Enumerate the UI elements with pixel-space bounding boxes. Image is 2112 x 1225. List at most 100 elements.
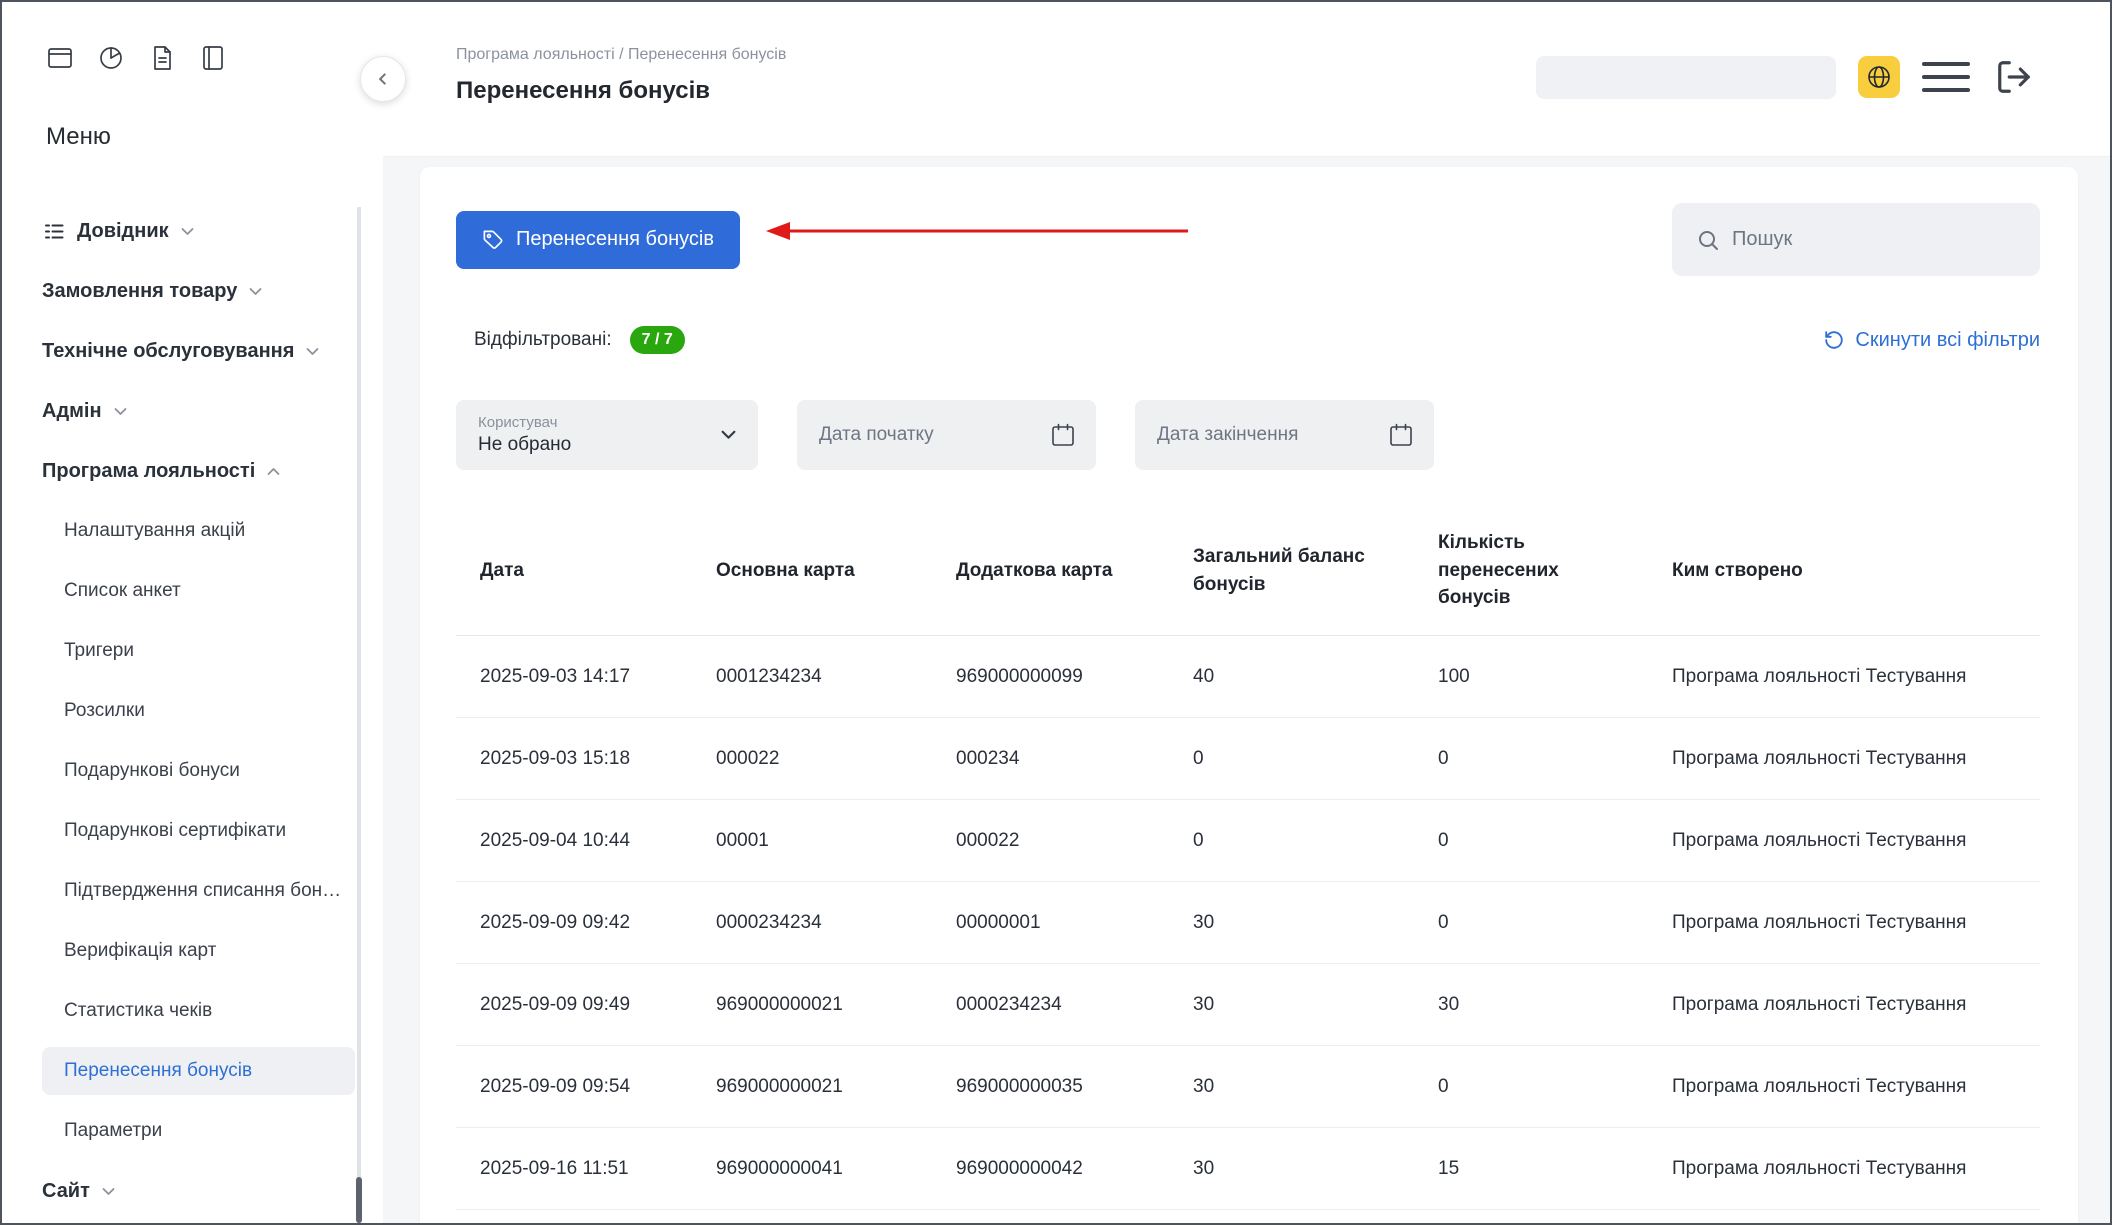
table-cell: 969000000099	[956, 666, 1193, 688]
reset-filters-link[interactable]: Скинути всі фільтри	[1823, 329, 2040, 352]
sidebar-item-6[interactable]: Список анкет	[2, 561, 383, 621]
table-row[interactable]: 2025-09-03 14:17000123423496900000009940…	[456, 636, 2040, 718]
table-cell: 2025-09-09 09:42	[480, 912, 716, 934]
sidebar-item-label: Сайт	[42, 1180, 90, 1203]
filtered-counter: Відфільтровані: 7 / 7	[456, 326, 685, 354]
user-filter-label: Користувач	[478, 414, 571, 431]
table-cell: Програма лояльності Тестування	[1672, 994, 2040, 1016]
content-card: Перенесення бонусів Відфільтровані: 7 / …	[420, 167, 2078, 1225]
table-row[interactable]: 2025-09-09 09:42000023423400000001300Про…	[456, 882, 2040, 964]
table-cell: 30	[1193, 1076, 1438, 1098]
reset-filters-label: Скинути всі фільтри	[1855, 329, 2040, 352]
sidebar-item-14[interactable]: Перенесення бонусів	[42, 1047, 355, 1095]
table-cell: 000234	[956, 748, 1193, 770]
sidebar-item-9[interactable]: Подарункові бонуси	[2, 741, 383, 801]
sidebar-scrollbar-thumb[interactable]	[356, 1177, 362, 1223]
table-cell: 2025-09-03 14:17	[480, 666, 716, 688]
sidebar-item-3[interactable]: Адмін	[2, 381, 383, 441]
user-filter-value: Не обрано	[478, 434, 571, 456]
table-row[interactable]: 2025-09-03 15:1800002200023400Програма л…	[456, 718, 2040, 800]
sidebar-scrollbar-track[interactable]	[357, 207, 361, 1223]
table-cell: 000022	[716, 748, 956, 770]
chevron-down-icon	[102, 1187, 115, 1196]
app-window: Меню Довідник Замовлення товару Технічне о…	[0, 0, 2112, 1225]
logout-icon	[1995, 58, 2033, 96]
date-end-placeholder: Дата закінчення	[1157, 424, 1298, 446]
transfer-bonuses-button[interactable]: Перенесення бонусів	[456, 211, 740, 269]
sidebar-item-label: Налаштування акцій	[64, 520, 245, 542]
table-body: 2025-09-03 14:17000123423496900000009940…	[456, 636, 2040, 1210]
sidebar-item-label: Технічне обслуговування	[42, 340, 294, 363]
document-icon[interactable]	[148, 44, 176, 72]
sidebar-item-8[interactable]: Розсилки	[2, 681, 383, 741]
list-icon	[42, 219, 67, 244]
sidebar-item-label: Статистика чеків	[64, 1000, 212, 1022]
table-cell: 15	[1438, 1158, 1672, 1180]
sidebar-item-label: Розсилки	[64, 700, 145, 722]
language-button[interactable]	[1858, 56, 1900, 98]
table-row[interactable]: 2025-09-16 11:51969000000041969000000042…	[456, 1128, 2040, 1210]
table-cell: 969000000041	[716, 1158, 956, 1180]
sidebar-item-16[interactable]: Сайт	[2, 1161, 383, 1221]
table-cell: 30	[1438, 994, 1672, 1016]
date-start-placeholder: Дата початку	[819, 424, 934, 446]
transfers-table: ДатаОсновна картаДодаткова картаЗагальни…	[456, 506, 2040, 1210]
logout-button[interactable]	[1992, 55, 2036, 99]
table-cell: Програма лояльності Тестування	[1672, 748, 2040, 770]
table-cell: 00000001	[956, 912, 1193, 934]
table-cell: 2025-09-04 10:44	[480, 830, 716, 852]
column-header: Ким створено	[1672, 557, 2040, 585]
sidebar-item-11[interactable]: Підтвердження списання бону...	[2, 861, 383, 921]
sidebar-item-0[interactable]: Довідник	[2, 201, 383, 261]
filtered-label: Відфільтровані:	[474, 329, 612, 351]
table-cell: 40	[1193, 666, 1438, 688]
browser-icon[interactable]	[46, 44, 74, 72]
search-box[interactable]	[1672, 203, 2040, 276]
date-start-filter[interactable]: Дата початку	[797, 400, 1096, 470]
chevron-down-icon	[249, 287, 262, 296]
user-filter-select[interactable]: Користувач Не обрано	[456, 400, 758, 470]
pie-chart-icon[interactable]	[97, 44, 125, 72]
sidebar-item-4[interactable]: Програма лояльності	[2, 441, 383, 501]
table-cell: 969000000021	[716, 994, 956, 1016]
sidebar-item-12[interactable]: Верифікація карт	[2, 921, 383, 981]
date-end-filter[interactable]: Дата закінчення	[1135, 400, 1434, 470]
column-header: Основна карта	[716, 557, 956, 585]
table-cell: 0	[1438, 1076, 1672, 1098]
sidebar-item-label: Подарункові сертифікати	[64, 820, 286, 842]
table-row[interactable]: 2025-09-09 09:54969000000021969000000035…	[456, 1046, 2040, 1128]
table-cell: 00001	[716, 830, 956, 852]
table-cell: Програма лояльності Тестування	[1672, 666, 2040, 688]
table-cell: 2025-09-09 09:54	[480, 1076, 716, 1098]
sidebar-item-15[interactable]: Параметри	[2, 1101, 383, 1161]
table-cell: 2025-09-09 09:49	[480, 994, 716, 1016]
table-cell: 30	[1193, 912, 1438, 934]
table-cell: Програма лояльності Тестування	[1672, 912, 2040, 934]
hamburger-menu-icon[interactable]	[1922, 62, 1970, 92]
sidebar-item-label: Список анкет	[64, 580, 181, 602]
table-cell: 000022	[956, 830, 1193, 852]
sidebar-item-2[interactable]: Технічне обслуговування	[2, 321, 383, 381]
menu-title: Меню	[46, 122, 383, 151]
book-icon[interactable]	[199, 44, 227, 72]
filters-meta-row: Відфільтровані: 7 / 7 Скинути всі фільтр…	[456, 326, 2040, 354]
table-row[interactable]: 2025-09-04 10:440000100002200Програма ло…	[456, 800, 2040, 882]
header-search-pill[interactable]	[1536, 56, 1836, 99]
table-cell: 0000234234	[956, 994, 1193, 1016]
sidebar-item-7[interactable]: Тригери	[2, 621, 383, 681]
table-cell: 100	[1438, 666, 1672, 688]
table-cell: 0	[1193, 748, 1438, 770]
sidebar-item-5[interactable]: Налаштування акцій	[2, 501, 383, 561]
sidebar-collapse-button[interactable]	[360, 56, 406, 102]
sidebar-item-label: Подарункові бонуси	[64, 760, 240, 782]
sidebar-item-10[interactable]: Подарункові сертифікати	[2, 801, 383, 861]
table-cell: 2025-09-03 15:18	[480, 748, 716, 770]
table-row[interactable]: 2025-09-09 09:499690000000210000234234 30…	[456, 964, 2040, 1046]
sidebar-item-label: Замовлення товару	[42, 280, 237, 303]
sidebar-item-13[interactable]: Статистика чеків	[2, 981, 383, 1041]
sidebar-item-label: Підтвердження списання бону...	[64, 880, 344, 902]
sidebar-item-1[interactable]: Замовлення товару	[2, 261, 383, 321]
search-input[interactable]	[1732, 228, 2020, 251]
sidebar-item-label: Довідник	[77, 220, 169, 243]
table-cell: 0	[1193, 830, 1438, 852]
